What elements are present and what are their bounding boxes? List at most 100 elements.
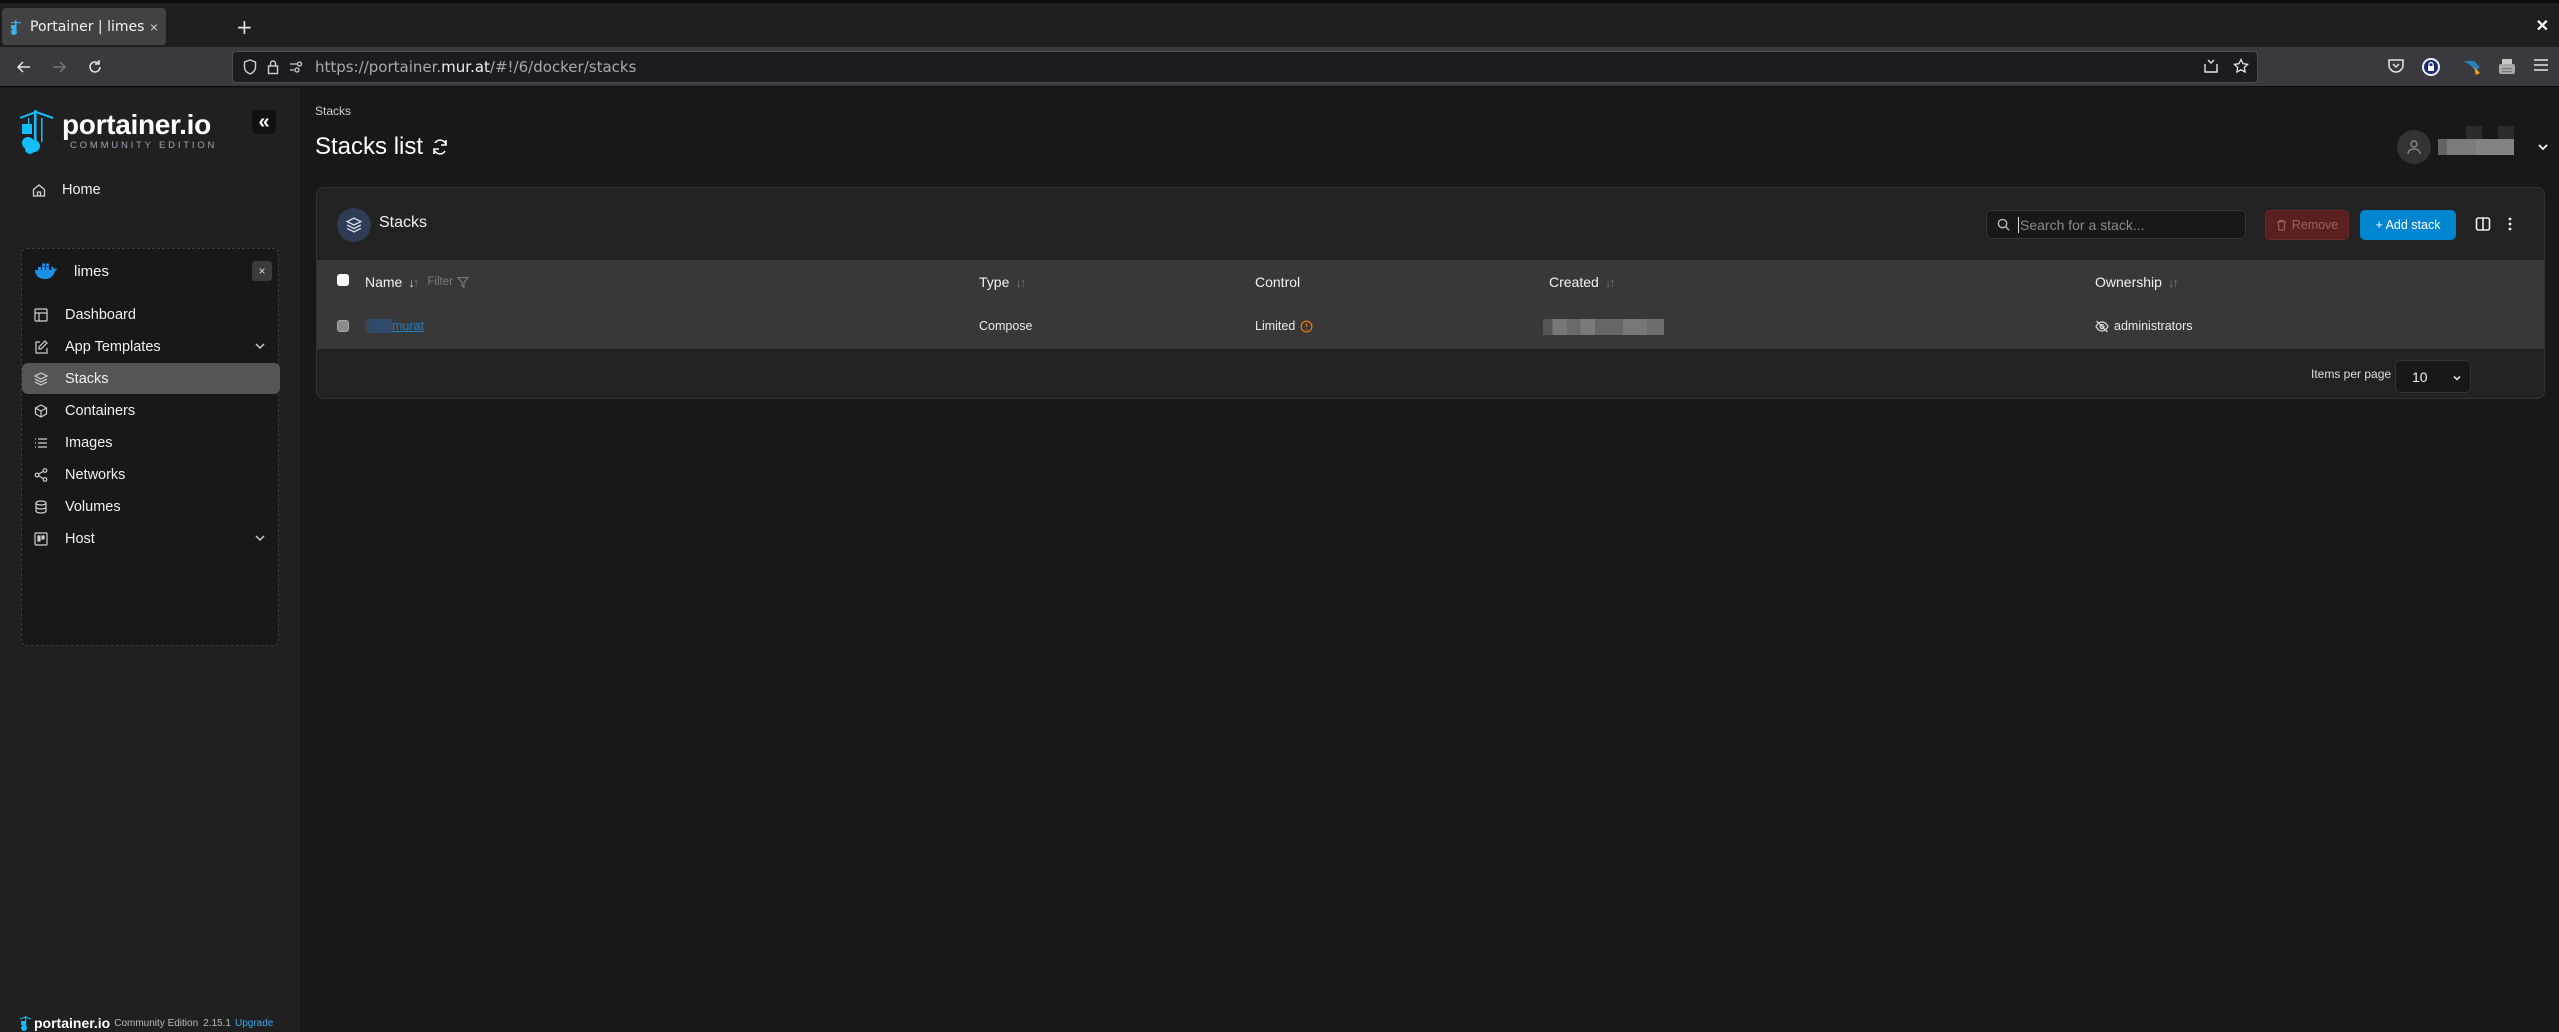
portainer-logo[interactable]: portainer.io COMMUNITY EDITION (20, 110, 217, 154)
main-content: Stacks Stacks list Stacks Remove (300, 88, 2559, 1032)
sidebar-item-images[interactable]: Images (22, 427, 280, 458)
window-close-button[interactable]: ✕ (2536, 16, 2549, 36)
user-icon (2407, 140, 2421, 155)
password-manager-icon[interactable] (2421, 57, 2441, 77)
footer-edition: Community Edition (114, 1017, 199, 1029)
warning-circle-icon[interactable] (1300, 320, 1313, 333)
url-domain: mur.at (441, 58, 490, 76)
browser-tab-bar: Portainer | limes × + ✕ (0, 0, 2559, 47)
trash-icon (2276, 219, 2286, 231)
sidebar-footer: portainer.io Community Edition 2.15.1 Up… (20, 1015, 273, 1031)
upgrade-link[interactable]: Upgrade (235, 1018, 273, 1029)
ownership-label: administrators (2114, 319, 2193, 333)
permissions-icon[interactable] (289, 61, 303, 73)
environment-name: limes (74, 262, 110, 280)
sidebar-item-label: Stacks (65, 370, 109, 387)
url-path: /#!/6/docker/stacks (489, 58, 637, 76)
extension-icon[interactable] (2462, 57, 2482, 77)
sidebar-item-label: Containers (65, 402, 136, 419)
column-header-type[interactable]: Type ↓↑ (979, 274, 1026, 290)
home-icon (32, 184, 46, 197)
sort-icon[interactable]: ↓↑ (2168, 275, 2179, 290)
remove-button[interactable]: Remove (2265, 210, 2349, 240)
column-header-control: Control (1255, 274, 1300, 290)
sidebar-item-dashboard[interactable]: Dashboard (22, 299, 280, 330)
name-filter-button[interactable]: Filter (427, 276, 469, 288)
eye-off-icon (2095, 320, 2109, 332)
environment-panel: limes × Dashboard App Templates Stacks C… (21, 248, 280, 646)
bookmark-star-icon[interactable] (2233, 58, 2249, 74)
tab-close-button[interactable]: × (150, 19, 158, 35)
stack-ownership-cell: administrators (2095, 319, 2193, 333)
sort-icon[interactable]: ↓↑ (1015, 275, 1026, 290)
user-menu[interactable] (2397, 126, 2550, 164)
search-input[interactable] (2018, 216, 2228, 233)
reader-mode-icon[interactable] (2203, 58, 2219, 74)
row-checkbox[interactable] (337, 320, 349, 332)
back-icon (16, 61, 30, 73)
username-redacted (2438, 126, 2514, 155)
forward-button[interactable] (49, 57, 69, 77)
sidebar: portainer.io COMMUNITY EDITION « Home li… (0, 88, 300, 1032)
remove-label: Remove (2291, 218, 2339, 232)
url-bar[interactable]: https://portainer.mur.at/#!/6/docker/sta… (232, 51, 2258, 83)
columns-settings-icon[interactable] (2475, 216, 2491, 232)
page-title-text: Stacks list (315, 133, 424, 160)
items-per-page-label: Items per page (2311, 367, 2392, 381)
datatable-title: Stacks (379, 214, 428, 231)
portainer-crane-icon (20, 110, 54, 154)
reload-button[interactable] (85, 57, 105, 77)
sidebar-item-host[interactable]: Host (22, 523, 280, 554)
sidebar-item-containers[interactable]: Containers (22, 395, 280, 426)
docker-icon (35, 263, 57, 279)
column-header-name[interactable]: Name ↓↑ Filter (365, 274, 469, 290)
host-icon (34, 531, 48, 546)
refresh-icon[interactable] (431, 138, 449, 156)
database-icon (35, 499, 47, 514)
sidebar-item-stacks[interactable]: Stacks (22, 363, 280, 394)
browser-tab[interactable]: Portainer | limes × (2, 8, 166, 45)
sidebar-item-home[interactable]: Home (30, 182, 101, 198)
sidebar-item-label: Volumes (65, 498, 121, 515)
stack-name-link[interactable]: murat (392, 319, 424, 333)
column-label: Ownership (2095, 274, 2162, 290)
control-label: Limited (1255, 319, 1296, 333)
lock-icon[interactable] (267, 59, 279, 75)
table-row[interactable]: murat Compose Limited administrators (317, 304, 2544, 349)
portainer-crane-icon (20, 1015, 31, 1031)
stack-name-cell: murat (365, 319, 424, 333)
chevron-down-icon[interactable] (254, 532, 266, 544)
sidebar-collapse-button[interactable]: « (252, 110, 276, 134)
stack-name-redacted (365, 319, 392, 333)
forward-icon (53, 61, 67, 73)
sort-icon[interactable]: ↓↑ (408, 275, 419, 290)
sidebar-item-volumes[interactable]: Volumes (22, 491, 280, 522)
url-text[interactable]: https://portainer.mur.at/#!/6/docker/sta… (315, 58, 636, 76)
column-header-ownership[interactable]: Ownership ↓↑ (2095, 274, 2179, 290)
search-icon (1997, 218, 2010, 231)
sidebar-item-app-templates[interactable]: App Templates (22, 331, 280, 362)
sidebar-item-networks[interactable]: Networks (22, 459, 280, 490)
column-header-created[interactable]: Created ↓↑ (1549, 274, 1616, 290)
pocket-icon[interactable] (2387, 57, 2405, 75)
environment-close-button[interactable]: × (252, 261, 272, 281)
stack-search[interactable] (1986, 210, 2246, 239)
shield-icon[interactable] (243, 59, 257, 75)
back-button[interactable] (14, 57, 34, 77)
box-icon (34, 403, 48, 418)
created-date-redacted (1543, 319, 1664, 335)
sort-icon[interactable]: ↓↑ (1605, 275, 1616, 290)
new-tab-button[interactable]: + (236, 15, 253, 39)
print-icon[interactable] (2497, 57, 2517, 77)
more-options-icon[interactable] (2507, 216, 2513, 232)
add-stack-button[interactable]: + Add stack (2360, 210, 2456, 240)
items-per-page-select[interactable]: 10 (2395, 360, 2471, 393)
stacks-datatable: Stacks Remove + Add stack Name ↓↑ Filte (316, 187, 2545, 399)
menu-icon[interactable] (2533, 57, 2549, 73)
chevron-down-icon[interactable] (2536, 140, 2550, 154)
select-all-checkbox[interactable] (337, 274, 349, 286)
stack-control-cell: Limited (1255, 319, 1313, 333)
chevron-down-icon[interactable] (254, 340, 266, 352)
browser-nav-bar: https://portainer.mur.at/#!/6/docker/sta… (0, 47, 2559, 87)
avatar[interactable] (2397, 130, 2431, 164)
